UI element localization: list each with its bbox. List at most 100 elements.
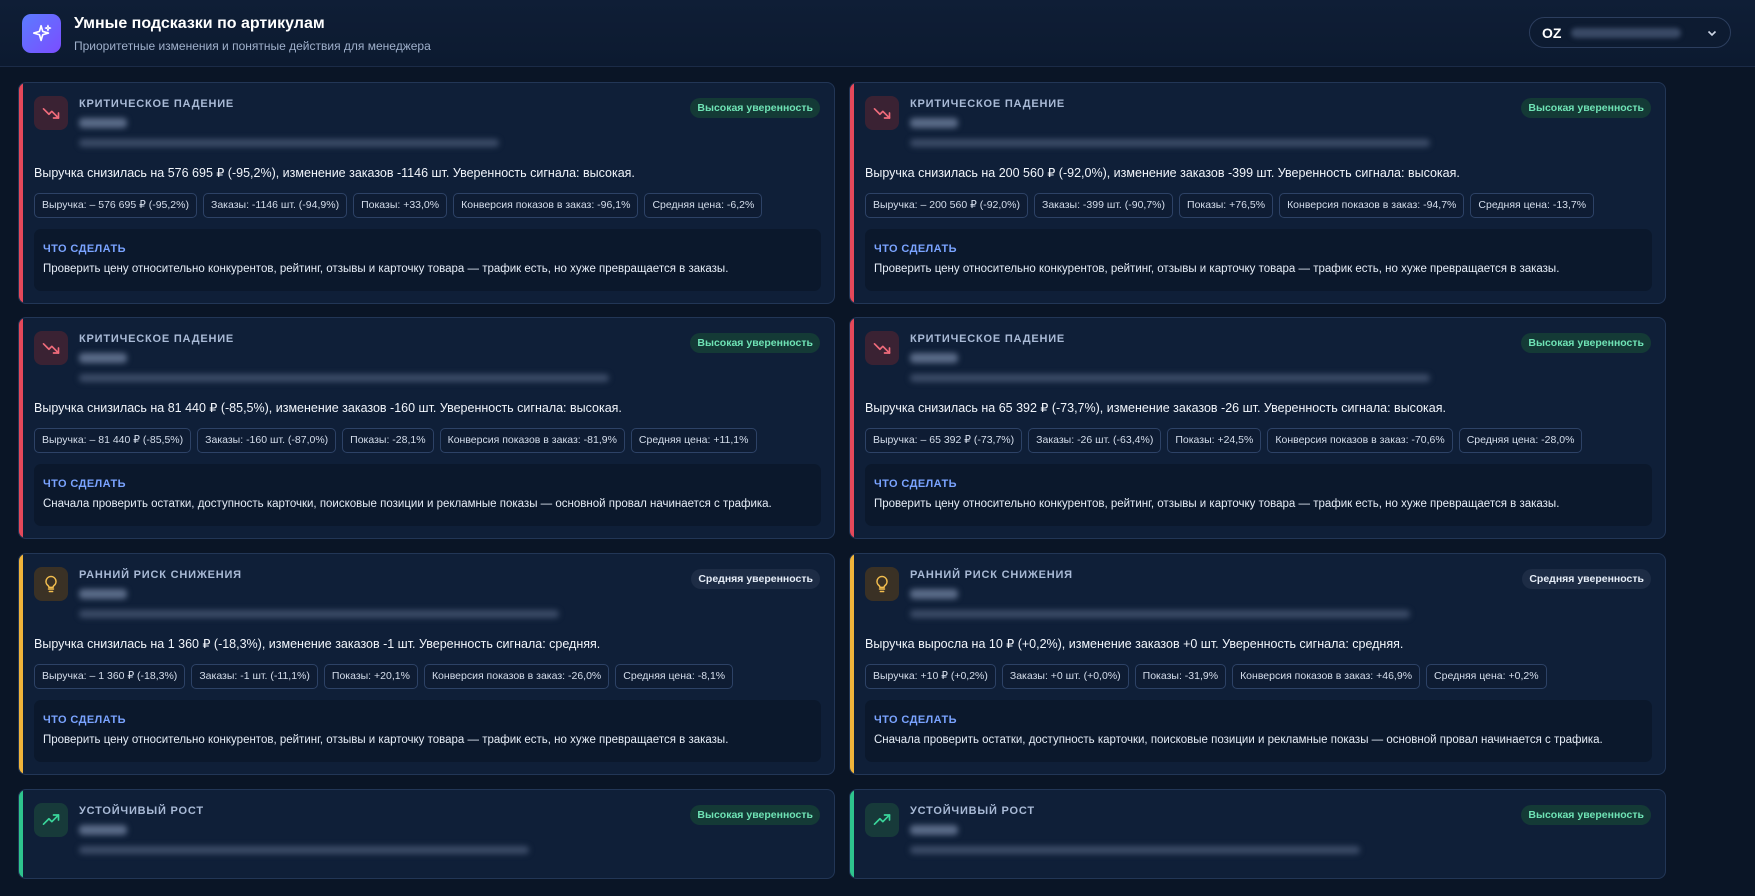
metric-chip: Выручка: – 200 560 ₽ (-92,0%) (865, 193, 1028, 218)
metric-chip: Заказы: +0 шт. (+0,0%) (1001, 664, 1129, 689)
page-title: Умные подсказки по артикулам (74, 15, 325, 32)
lightbulb-icon (34, 567, 68, 601)
metric-chip: Выручка: – 576 695 ₽ (-95,2%) (34, 193, 197, 218)
metric-chip: Заказы: -160 шт. (-87,0%) (197, 428, 337, 453)
product-sku-redacted (79, 118, 127, 128)
metric-chip: Заказы: -26 шт. (-63,4%) (1028, 428, 1162, 453)
card-category: КРИТИЧЕСКОЕ ПАДЕНИЕ (910, 333, 1066, 345)
action-panel: ЧТО СДЕЛАТЬ Проверить цену относительно к… (34, 700, 821, 762)
insight-card-critical[interactable]: КРИТИЧЕСКОЕ ПАДЕНИЕ Высокая уверенность Вы… (849, 82, 1666, 304)
insight-card-early-risk[interactable]: РАННИЙ РИСК СНИЖЕНИЯ Средняя уверенность В… (18, 553, 835, 775)
product-sku-redacted (910, 118, 958, 128)
trend-down-icon (34, 331, 68, 365)
metric-chip: Показы: -28,1% (342, 428, 434, 453)
product-sku-redacted (79, 825, 127, 835)
insight-card-critical[interactable]: КРИТИЧЕСКОЕ ПАДЕНИЕ Высокая уверенность Вы… (18, 82, 835, 304)
lightbulb-icon (865, 567, 899, 601)
metrics-chips: Выручка: – 65 392 ₽ (-73,7%) Заказы: -26 … (865, 428, 1583, 453)
metric-chip: Выручка: – 65 392 ₽ (-73,7%) (865, 428, 1023, 453)
insight-card-early-risk[interactable]: РАННИЙ РИСК СНИЖЕНИЯ Средняя уверенность В… (849, 553, 1666, 775)
confidence-badge: Высокая уверенность (1521, 98, 1651, 118)
action-title: ЧТО СДЕЛАТЬ (874, 714, 957, 726)
metric-chip: Конверсия показов в заказ: -70,6% (1267, 428, 1453, 453)
action-panel: ЧТО СДЕЛАТЬ Сначала проверить остатки, до… (34, 464, 821, 526)
metric-chip: Показы: +24,5% (1167, 428, 1262, 453)
action-title: ЧТО СДЕЛАТЬ (43, 478, 126, 490)
confidence-badge: Высокая уверенность (1521, 333, 1651, 353)
product-name-redacted (910, 374, 1430, 382)
action-panel: ЧТО СДЕЛАТЬ Сначала проверить остатки, до… (865, 700, 1652, 762)
metric-chip: Заказы: -1 шт. (-11,1%) (191, 664, 318, 689)
metric-chip: Конверсия показов в заказ: +46,9% (1232, 664, 1421, 689)
trend-down-icon (865, 331, 899, 365)
insight-card-critical[interactable]: КРИТИЧЕСКОЕ ПАДЕНИЕ Высокая уверенность Вы… (849, 317, 1666, 539)
metric-chip: Показы: +20,1% (323, 664, 418, 689)
action-text: Проверить цену относительно конкурентов,… (43, 734, 729, 746)
action-text: Проверить цену относительно конкурентов,… (874, 498, 1560, 510)
card-category: УСТОЙЧИВЫЙ РОСТ (79, 805, 204, 817)
insight-card-critical[interactable]: КРИТИЧЕСКОЕ ПАДЕНИЕ Высокая уверенность Вы… (18, 317, 835, 539)
metrics-chips: Выручка: +10 ₽ (+0,2%) Заказы: +0 шт. (+0… (865, 664, 1547, 689)
card-summary: Выручка снизилась на 576 695 ₽ (-95,2%),… (34, 166, 635, 180)
insight-card-growth[interactable]: УСТОЙЧИВЫЙ РОСТ Высокая уверенность (849, 789, 1666, 879)
card-category: КРИТИЧЕСКОЕ ПАДЕНИЕ (79, 333, 235, 345)
card-summary: Выручка снизилась на 65 392 ₽ (-73,7%), … (865, 401, 1446, 415)
product-name-redacted (79, 846, 529, 854)
action-title: ЧТО СДЕЛАТЬ (43, 243, 126, 255)
action-text: Сначала проверить остатки, доступность к… (43, 498, 772, 510)
card-category: УСТОЙЧИВЫЙ РОСТ (910, 805, 1035, 817)
trend-down-icon (34, 96, 68, 130)
metric-chip: Средняя цена: +11,1% (630, 428, 757, 453)
action-text: Сначала проверить остатки, доступность к… (874, 734, 1603, 746)
metric-chip: Выручка: – 1 360 ₽ (-18,3%) (34, 664, 186, 689)
product-sku-redacted (910, 353, 958, 363)
trend-up-icon (865, 803, 899, 837)
action-text: Проверить цену относительно конкурентов,… (874, 263, 1560, 275)
metric-chip: Конверсия показов в заказ: -26,0% (423, 664, 610, 689)
metric-chip: Средняя цена: +0,2% (1426, 664, 1547, 689)
metric-chip: Средняя цена: -8,1% (615, 664, 734, 689)
product-name-redacted (910, 139, 1430, 147)
metrics-chips: Выручка: – 200 560 ₽ (-92,0%) Заказы: -39… (865, 193, 1595, 218)
metric-chip: Выручка: +10 ₽ (+0,2%) (865, 664, 996, 689)
product-name-redacted (79, 139, 499, 147)
metric-chip: Средняя цена: -6,2% (644, 193, 763, 218)
card-category: РАННИЙ РИСК СНИЖЕНИЯ (79, 569, 242, 581)
metric-chip: Конверсия показов в заказ: -96,1% (453, 193, 639, 218)
metrics-chips: Выручка: – 576 695 ₽ (-95,2%) Заказы: -11… (34, 193, 763, 218)
confidence-badge: Высокая уверенность (690, 333, 820, 353)
metric-chip: Конверсия показов в заказ: -94,7% (1279, 193, 1465, 218)
card-summary: Выручка снизилась на 81 440 ₽ (-85,5%), … (34, 401, 622, 415)
card-category: РАННИЙ РИСК СНИЖЕНИЯ (910, 569, 1073, 581)
product-sku-redacted (910, 825, 958, 835)
chevron-down-icon (1707, 30, 1717, 37)
action-panel: ЧТО СДЕЛАТЬ Проверить цену относительно к… (865, 229, 1652, 291)
page-header: Умные подсказки по артикулам Приоритетны… (0, 0, 1755, 67)
account-code: OZ (1542, 24, 1562, 41)
action-title: ЧТО СДЕЛАТЬ (874, 478, 957, 490)
metric-chip: Показы: -31,9% (1134, 664, 1227, 689)
action-panel: ЧТО СДЕЛАТЬ Проверить цену относительно к… (865, 464, 1652, 526)
account-select[interactable]: OZ (1529, 17, 1731, 48)
metric-chip: Заказы: -399 шт. (-90,7%) (1033, 193, 1174, 218)
insight-card-growth[interactable]: УСТОЙЧИВЫЙ РОСТ Высокая уверенность (18, 789, 835, 879)
metrics-chips: Выручка: – 1 360 ₽ (-18,3%) Заказы: -1 шт… (34, 664, 734, 689)
metric-chip: Показы: +76,5% (1179, 193, 1274, 218)
card-summary: Выручка выросла на 10 ₽ (+0,2%), изменен… (865, 637, 1404, 651)
metric-chip: Выручка: – 81 440 ₽ (-85,5%) (34, 428, 192, 453)
confidence-badge: Высокая уверенность (690, 98, 820, 118)
action-title: ЧТО СДЕЛАТЬ (43, 714, 126, 726)
action-text: Проверить цену относительно конкурентов,… (43, 263, 729, 275)
confidence-badge: Высокая уверенность (690, 805, 820, 825)
product-sku-redacted (79, 353, 127, 363)
card-summary: Выручка снизилась на 1 360 ₽ (-18,3%), и… (34, 637, 601, 651)
product-name-redacted (79, 610, 559, 618)
card-category: КРИТИЧЕСКОЕ ПАДЕНИЕ (910, 98, 1066, 110)
account-name-redacted (1571, 27, 1682, 38)
product-sku-redacted (79, 589, 127, 599)
page-subtitle: Приоритетные изменения и понятные действ… (74, 39, 431, 53)
trend-up-icon (34, 803, 68, 837)
metric-chip: Заказы: -1146 шт. (-94,9%) (202, 193, 348, 218)
confidence-badge: Средняя уверенность (1522, 569, 1651, 589)
metric-chip: Конверсия показов в заказ: -81,9% (439, 428, 625, 453)
